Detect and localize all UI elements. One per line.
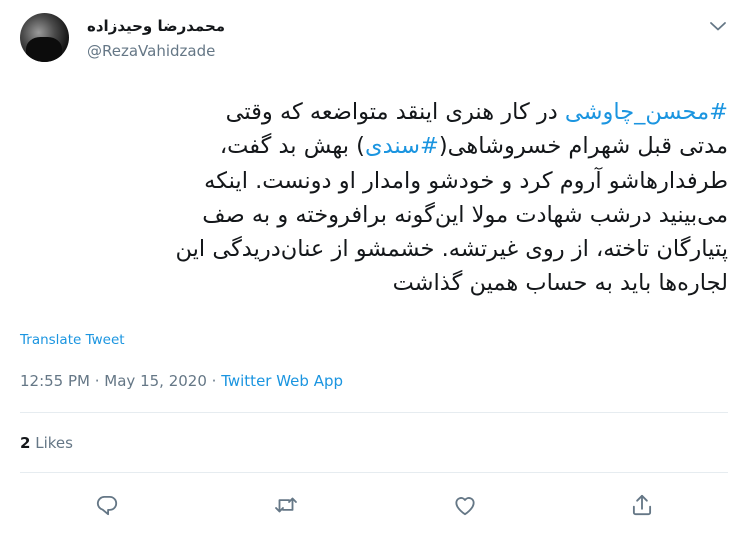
divider	[20, 412, 728, 413]
likes-stat[interactable]: 2 Likes	[20, 434, 73, 452]
share-icon[interactable]	[629, 492, 655, 518]
meta-separator: ·	[89, 372, 105, 390]
meta-separator: ·	[206, 372, 222, 390]
chevron-down-icon[interactable]	[706, 14, 730, 38]
tweet-text-segment: لجاره‌ها باید به حساب همین گذاشت	[392, 270, 728, 297]
tweet-text: #محسن_چاوشی در کار هنری اینقد متواضعه که…	[20, 95, 728, 301]
source-app-link[interactable]: Twitter Web App	[221, 372, 343, 390]
retweet-icon[interactable]	[273, 492, 299, 518]
tweet-text-line: مدتی قبل شهرام خسروشاهی(#سندی) بهش بد گف…	[20, 129, 728, 163]
reply-icon[interactable]	[94, 492, 120, 518]
user-handle[interactable]: @RezaVahidzade	[87, 42, 215, 60]
display-name[interactable]: محمدرضا وحیدزاده	[87, 17, 225, 35]
tweet-text-segment: مدتی قبل شهرام خسروشاهی(	[438, 133, 728, 160]
tweet-time[interactable]: 12:55 PM	[20, 372, 90, 390]
hashtag-link[interactable]: #محسن_چاوشی	[565, 99, 728, 125]
tweet-text-line: طرفدارهاشو آروم کرد و خودشو وامدار او دو…	[20, 164, 728, 198]
tweet-text-segment: در کار هنری اینقد متواضعه که وقتی	[225, 99, 565, 125]
tweet-date[interactable]: May 15, 2020	[104, 372, 207, 390]
likes-label: Likes	[35, 434, 73, 452]
tweet-text-line: #محسن_چاوشی در کار هنری اینقد متواضعه که…	[20, 95, 728, 129]
tweet-text-segment: می‌بینید درشب شهادت مولا این‌گونه برافرو…	[202, 201, 728, 228]
likes-count: 2	[20, 434, 31, 452]
tweet-text-segment: ) بهش بد گفت،	[219, 133, 365, 160]
tweet-text-segment: پتیارگان تاخته، از روی غیرتشه. خشمشو از …	[175, 236, 728, 263]
avatar[interactable]	[20, 13, 69, 62]
divider	[20, 472, 728, 473]
translate-tweet-link[interactable]: Translate Tweet	[20, 332, 125, 348]
hashtag-link[interactable]: #سندی	[365, 133, 439, 159]
heart-icon[interactable]	[452, 492, 478, 518]
tweet-meta: 12:55 PM · May 15, 2020 · Twitter Web Ap…	[20, 372, 343, 390]
tweet-text-line: پتیارگان تاخته، از روی غیرتشه. خشمشو از …	[20, 232, 728, 266]
tweet-text-line: لجاره‌ها باید به حساب همین گذاشت	[20, 266, 728, 300]
tweet-text-line: می‌بینید درشب شهادت مولا این‌گونه برافرو…	[20, 198, 728, 232]
tweet-text-segment: طرفدارهاشو آروم کرد و خودشو وامدار او دو…	[204, 167, 728, 194]
